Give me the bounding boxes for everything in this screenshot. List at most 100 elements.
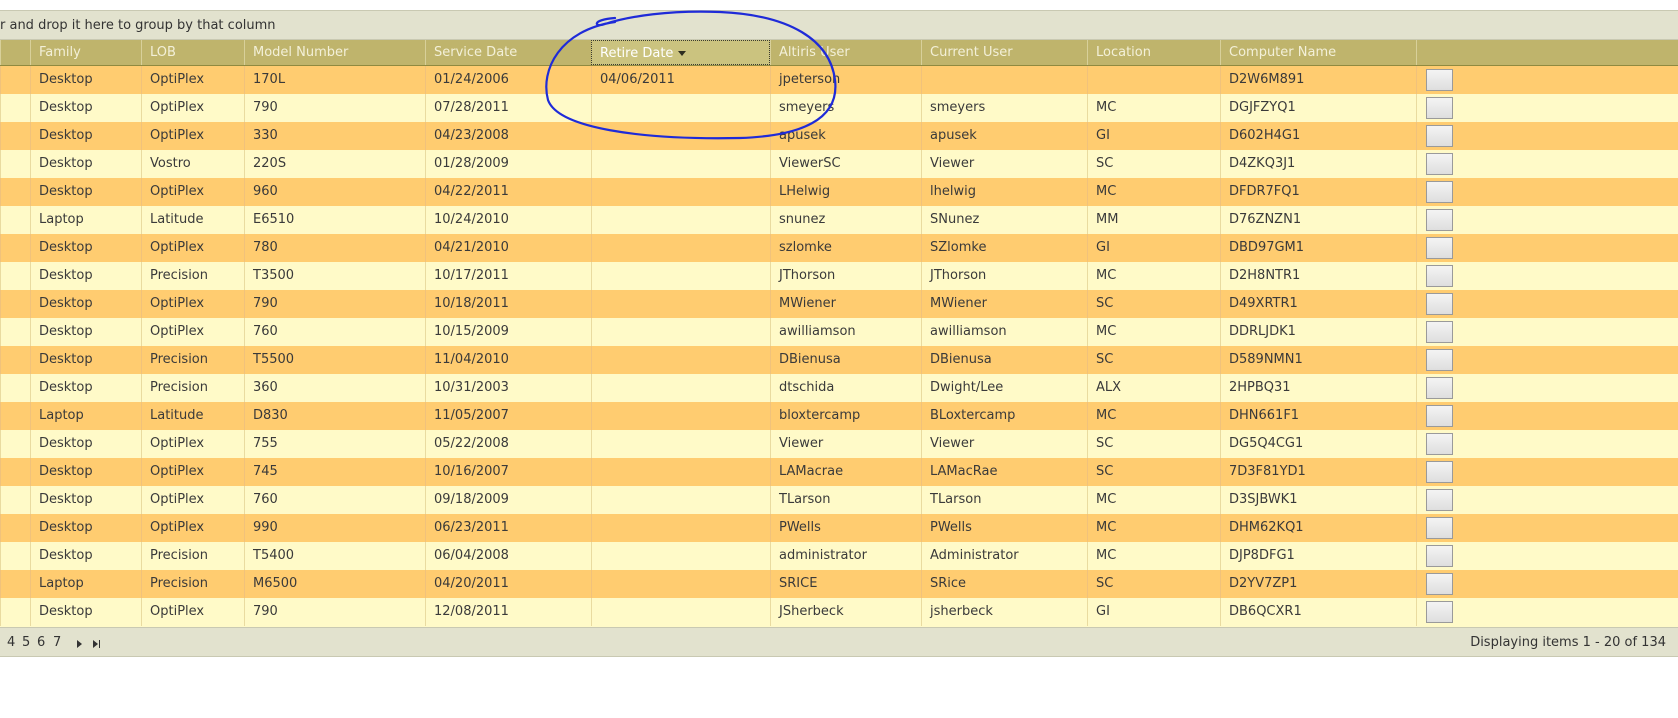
row-action-button[interactable] <box>1426 97 1453 119</box>
cell-location: SC <box>1087 458 1220 486</box>
cell-service-date: 11/05/2007 <box>425 402 591 430</box>
cell-current-user: SNunez <box>921 206 1087 234</box>
cell-computer-name: D2H8NTR1 <box>1220 262 1416 290</box>
row-action-button[interactable] <box>1426 489 1453 511</box>
cell-retire-date <box>591 514 770 542</box>
row-action-button[interactable] <box>1426 377 1453 399</box>
row-action-button[interactable] <box>1426 433 1453 455</box>
table-row[interactable]: Desktop Precision T5500 11/04/2010 DBienusa D… <box>0 346 1678 374</box>
column-header-retire-date[interactable]: Retire Date <box>591 40 770 65</box>
row-action-button[interactable] <box>1426 209 1453 231</box>
page-link[interactable]: 7 <box>53 635 61 650</box>
cell-retire-date <box>591 94 770 122</box>
table-row[interactable]: Desktop Precision 360 10/31/2003 dtschida Dwi… <box>0 374 1678 402</box>
table-row[interactable]: Desktop OptiPlex 790 10/18/2011 MWiener MWien… <box>0 290 1678 318</box>
cell-retire-date <box>591 430 770 458</box>
row-action-button[interactable] <box>1426 349 1453 371</box>
table-row[interactable]: Desktop OptiPlex 170L 01/24/2006 04/06/2011 j… <box>0 66 1678 94</box>
row-action-button[interactable] <box>1426 405 1453 427</box>
page-link[interactable]: 5 <box>22 635 30 650</box>
column-header-family[interactable]: Family <box>30 40 141 65</box>
cell-family: Desktop <box>30 66 141 94</box>
row-leading-cell <box>0 374 30 402</box>
row-action-button[interactable] <box>1426 517 1453 539</box>
table-row[interactable]: Desktop OptiPlex 790 12/08/2011 JSherbeck jsh… <box>0 598 1678 626</box>
table-row[interactable]: Desktop OptiPlex 330 04/23/2008 apusek apusek… <box>0 122 1678 150</box>
last-page-icon[interactable] <box>93 640 98 648</box>
row-action-button[interactable] <box>1426 573 1453 595</box>
cell-actions <box>1416 570 1678 598</box>
column-header-altiris-user[interactable]: Altiris User <box>770 40 921 65</box>
sort-descending-icon <box>678 51 687 56</box>
cell-actions <box>1416 318 1678 346</box>
table-row[interactable]: Laptop Precision M6500 04/20/2011 SRICE SRice… <box>0 570 1678 598</box>
row-leading-cell <box>0 570 30 598</box>
cell-family: Desktop <box>30 598 141 626</box>
table-row[interactable]: Desktop OptiPlex 990 06/23/2011 PWells PWells… <box>0 514 1678 542</box>
table-row[interactable]: Laptop Latitude E6510 10/24/2010 snunez SNune… <box>0 206 1678 234</box>
row-leading-cell <box>0 150 30 178</box>
row-action-button[interactable] <box>1426 181 1453 203</box>
row-action-button[interactable] <box>1426 461 1453 483</box>
row-action-button[interactable] <box>1426 237 1453 259</box>
column-header-label: Retire Date <box>600 46 674 61</box>
row-action-button[interactable] <box>1426 125 1453 147</box>
row-leading-cell <box>0 94 30 122</box>
cell-lob: OptiPlex <box>141 66 244 94</box>
table-row[interactable]: Desktop OptiPlex 790 07/28/2011 smeyers smeye… <box>0 94 1678 122</box>
table-row[interactable]: Desktop Precision T3500 10/17/2011 JThorson J… <box>0 262 1678 290</box>
column-header-computer-name[interactable]: Computer Name <box>1220 40 1416 65</box>
cell-current-user: TLarson <box>921 486 1087 514</box>
cell-current-user: apusek <box>921 122 1087 150</box>
row-leading-cell <box>0 290 30 318</box>
row-action-button[interactable] <box>1426 601 1453 623</box>
cell-model-number: 790 <box>244 598 425 626</box>
data-grid: r and drop it here to group by that colu… <box>0 10 1678 657</box>
cell-current-user: SZlomke <box>921 234 1087 262</box>
row-action-button[interactable] <box>1426 153 1453 175</box>
table-row[interactable]: Laptop Latitude D830 11/05/2007 bloxtercamp B… <box>0 402 1678 430</box>
cell-altiris-user: PWells <box>770 514 921 542</box>
cell-current-user: Viewer <box>921 150 1087 178</box>
table-row[interactable]: Desktop Precision T5400 06/04/2008 administr… <box>0 542 1678 570</box>
cell-lob: OptiPlex <box>141 318 244 346</box>
cell-computer-name: DFDR7FQ1 <box>1220 178 1416 206</box>
cell-family: Desktop <box>30 346 141 374</box>
cell-model-number: 780 <box>244 234 425 262</box>
table-row[interactable]: Desktop Vostro 220S 01/28/2009 ViewerSC Viewe… <box>0 150 1678 178</box>
page-link[interactable]: 4 <box>7 635 15 650</box>
next-page-icon[interactable] <box>77 640 82 648</box>
row-action-button[interactable] <box>1426 321 1453 343</box>
cell-location: MC <box>1087 94 1220 122</box>
cell-family: Desktop <box>30 94 141 122</box>
row-leading-cell <box>0 402 30 430</box>
cell-computer-name: DJP8DFG1 <box>1220 542 1416 570</box>
column-header-current-user[interactable]: Current User <box>921 40 1087 65</box>
cell-service-date: 10/24/2010 <box>425 206 591 234</box>
table-row[interactable]: Desktop OptiPlex 755 05/22/2008 Viewer Viewer… <box>0 430 1678 458</box>
cell-family: Desktop <box>30 234 141 262</box>
row-leading-cell <box>0 430 30 458</box>
group-by-panel[interactable]: r and drop it here to group by that colu… <box>0 10 1678 40</box>
cell-computer-name: 2HPBQ31 <box>1220 374 1416 402</box>
row-action-button[interactable] <box>1426 265 1453 287</box>
row-action-button[interactable] <box>1426 545 1453 567</box>
column-header-label: LOB <box>150 45 176 60</box>
table-row[interactable]: Desktop OptiPlex 760 10/15/2009 awilliamson a… <box>0 318 1678 346</box>
cell-retire-date <box>591 598 770 626</box>
row-action-button[interactable] <box>1426 69 1453 91</box>
column-header-service-date[interactable]: Service Date <box>425 40 591 65</box>
column-header-lob[interactable]: LOB <box>141 40 244 65</box>
table-row[interactable]: Desktop OptiPlex 745 10/16/2007 LAMacrae LAMa… <box>0 458 1678 486</box>
cell-altiris-user: apusek <box>770 122 921 150</box>
row-action-button[interactable] <box>1426 293 1453 315</box>
table-row[interactable]: Desktop OptiPlex 760 09/18/2009 TLarson TLars… <box>0 486 1678 514</box>
row-leading-cell <box>0 122 30 150</box>
table-row[interactable]: Desktop OptiPlex 780 04/21/2010 szlomke SZlom… <box>0 234 1678 262</box>
column-header-location[interactable]: Location <box>1087 40 1220 65</box>
table-row[interactable]: Desktop OptiPlex 960 04/22/2011 LHelwig lhelw… <box>0 178 1678 206</box>
cell-altiris-user: LHelwig <box>770 178 921 206</box>
page-link[interactable]: 6 <box>37 635 45 650</box>
column-header-model-number[interactable]: Model Number <box>244 40 425 65</box>
cell-family: Laptop <box>30 402 141 430</box>
